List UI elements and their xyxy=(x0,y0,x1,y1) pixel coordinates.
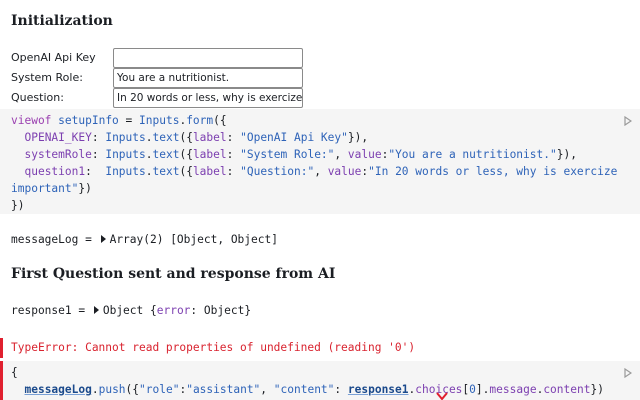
code-token: }), xyxy=(347,131,369,144)
error-squiggle-icon xyxy=(436,392,448,400)
code-token: . xyxy=(145,165,153,178)
messagelog-output: messageLog = Array(2) [Object, Object] xyxy=(11,233,278,246)
code-token: , xyxy=(260,383,274,396)
assign-op: = xyxy=(78,233,99,246)
code-token: : xyxy=(226,148,241,161)
code-token: . xyxy=(145,148,153,161)
code-token: important" xyxy=(11,182,79,195)
code-token: ({ xyxy=(179,131,193,144)
play-icon[interactable] xyxy=(624,368,632,378)
code-token: "In 20 words or less, why is exercize xyxy=(368,165,618,178)
code-token: ({ xyxy=(179,165,193,178)
code-token: value xyxy=(327,165,362,178)
assign-op: = xyxy=(71,304,92,317)
code-token: question1 xyxy=(24,165,86,178)
api-key-input[interactable] xyxy=(113,48,303,68)
code-token: , xyxy=(334,148,348,161)
code-token: Inputs xyxy=(105,148,146,161)
response-type[interactable]: Object { xyxy=(103,304,157,317)
code-token: "role" xyxy=(139,383,180,396)
code-token: , xyxy=(314,165,328,178)
form-row-question: Question: In 20 words or less, why is ex… xyxy=(11,88,311,108)
code-token: Inputs xyxy=(105,131,146,144)
code-token: Inputs xyxy=(139,114,180,127)
code-token: ]. xyxy=(475,383,490,396)
code-token: label xyxy=(192,148,227,161)
code-token: }) xyxy=(11,199,25,212)
code-token: : xyxy=(226,165,241,178)
response-val: Object} xyxy=(203,304,252,317)
code-token: : xyxy=(226,131,241,144)
code-token: ({ xyxy=(125,383,140,396)
code-token: : xyxy=(85,165,106,178)
code-token: push xyxy=(98,383,126,396)
code-token: text xyxy=(152,165,180,178)
code-token: : xyxy=(91,148,106,161)
api-key-label: OpenAI Api Key xyxy=(11,51,96,64)
error-bar xyxy=(0,338,3,358)
code-token: label xyxy=(192,131,227,144)
code-token: }), xyxy=(556,148,577,161)
code-setup: viewof setupInfo = Inputs.form({ OPENAI_… xyxy=(11,112,617,214)
code-token: }) xyxy=(78,182,92,195)
code-token: label xyxy=(192,165,227,178)
code-token: "Question:" xyxy=(240,165,315,178)
play-icon[interactable] xyxy=(624,116,632,126)
messagelog-value[interactable]: Array(2) [Object, Object] xyxy=(110,233,278,246)
code-push: { messageLog.push({"role": "assistant", "… xyxy=(11,364,604,398)
code-cell-push[interactable]: { messageLog.push({"role": "assistant", "… xyxy=(0,361,640,400)
heading-first-question: First Question sent and response from AI xyxy=(11,266,336,282)
code-token: { xyxy=(11,366,18,379)
response-name: response1 xyxy=(11,304,72,317)
code-token: . xyxy=(91,383,99,396)
code-token: content xyxy=(543,383,591,396)
form-row-api-key: OpenAI Api Key xyxy=(11,48,311,68)
system-role-input[interactable]: You are a nutritionist. xyxy=(113,68,303,88)
code-token: response1 xyxy=(347,383,409,396)
system-role-label: System Role: xyxy=(11,71,83,84)
code-token: messageLog xyxy=(24,383,92,396)
code-token: }) xyxy=(590,383,604,396)
question-label: Question: xyxy=(11,91,64,104)
code-token: viewof xyxy=(11,114,52,127)
code-token: value xyxy=(347,148,382,161)
messagelog-name: messageLog xyxy=(11,233,79,246)
code-token: text xyxy=(152,131,180,144)
code-token: "content" xyxy=(273,383,335,396)
response-colon: : xyxy=(190,304,204,317)
code-token: setupInfo xyxy=(58,114,119,127)
response-key: error xyxy=(156,304,191,317)
code-token: "You are a nutritionist." xyxy=(388,148,557,161)
code-token: "System Role:" xyxy=(240,148,335,161)
code-token: OPENAI_KEY xyxy=(24,131,92,144)
code-token: . xyxy=(145,131,153,144)
code-token: : xyxy=(334,383,348,396)
code-token: = xyxy=(118,114,140,127)
code-token: "assistant" xyxy=(186,383,261,396)
code-token: "OpenAI Api Key" xyxy=(240,131,348,144)
disclosure-triangle-icon[interactable] xyxy=(93,306,99,314)
disclosure-triangle-icon[interactable] xyxy=(100,235,106,243)
response-output: response1 = Object {error: Object} xyxy=(11,304,251,317)
error-message: TypeError: Cannot read properties of und… xyxy=(11,341,416,354)
code-token: ({ xyxy=(179,148,193,161)
code-token: form xyxy=(186,114,214,127)
code-cell-setup[interactable]: viewof setupInfo = Inputs.form({ OPENAI_… xyxy=(0,109,640,214)
code-token: text xyxy=(152,148,180,161)
code-token: ({ xyxy=(213,114,227,127)
form-row-system-role: System Role: You are a nutritionist. xyxy=(11,68,311,88)
heading-initialization: Initialization xyxy=(11,13,113,29)
code-token: : xyxy=(91,131,106,144)
code-token: 0 xyxy=(469,383,476,396)
code-token: message xyxy=(489,383,537,396)
question-input[interactable]: In 20 words or less, why is exercize imp xyxy=(113,88,303,108)
code-token: systemRole xyxy=(24,148,92,161)
error-bar xyxy=(0,361,3,400)
code-token: Inputs xyxy=(105,165,146,178)
